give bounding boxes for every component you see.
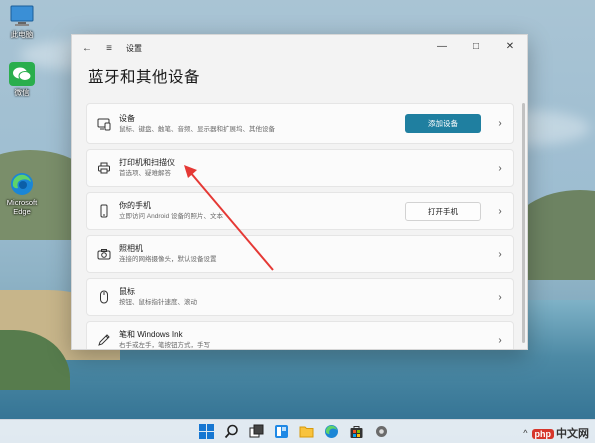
taskbar: ^ php 中文网 xyxy=(0,419,595,443)
desktop-icon-edge[interactable]: Microsoft Edge xyxy=(0,172,44,216)
desktop-icon-this-pc[interactable]: 此电脑 xyxy=(0,4,44,39)
row-subtitle: 首选项、疑难解答 xyxy=(119,170,171,177)
row-mouse[interactable]: 鼠标 按钮、鼠标指针速度、滚动 › xyxy=(86,278,514,316)
chevron-right-icon: › xyxy=(498,162,502,174)
phone-icon xyxy=(97,204,111,218)
task-view-icon[interactable] xyxy=(248,423,265,440)
desktop-icon-wechat[interactable]: 微信 xyxy=(0,62,44,97)
row-title: 笔和 Windows Ink xyxy=(119,330,183,339)
chevron-right-icon: › xyxy=(498,291,502,303)
row-subtitle: 右手或左手，笔按钮方式，手写 xyxy=(119,342,210,349)
widgets-icon[interactable] xyxy=(273,423,290,440)
row-title: 你的手机 xyxy=(119,201,151,210)
chevron-right-icon: › xyxy=(498,118,502,129)
mouse-icon xyxy=(97,290,111,304)
tray-caret-icon[interactable]: ^ xyxy=(523,428,527,438)
computer-icon xyxy=(9,4,35,28)
store-icon[interactable] xyxy=(348,423,365,440)
back-arrow-icon[interactable]: ← xyxy=(76,35,98,61)
settings-list: 设备 鼠标、键盘、触笔、音频、显示器和扩展坞、其他设备 添加设备 › 打印机和扫… xyxy=(86,103,514,349)
settings-icon[interactable] xyxy=(373,423,390,440)
file-explorer-icon[interactable] xyxy=(298,423,315,440)
desktop-icon-label: 微信 xyxy=(14,88,30,97)
chevron-right-icon: › xyxy=(498,248,502,260)
watermark-text: 中文网 xyxy=(556,428,589,440)
window-title: 设置 xyxy=(126,43,142,53)
chevron-right-icon: › xyxy=(498,334,502,346)
edge-icon[interactable] xyxy=(323,423,340,440)
search-icon[interactable] xyxy=(223,423,240,440)
title-bar: ← ≡ 设置 — □ ✕ xyxy=(72,35,527,61)
system-tray: ^ php 中文网 xyxy=(523,425,589,441)
desktop-icon-label: Microsoft Edge xyxy=(6,198,38,216)
scrollbar[interactable] xyxy=(522,103,525,343)
taskbar-apps xyxy=(198,423,390,440)
devices-icon xyxy=(97,117,111,131)
row-devices[interactable]: 设备 鼠标、键盘、触笔、音频、显示器和扩展坞、其他设备 添加设备 › xyxy=(86,103,514,144)
row-your-phone[interactable]: 你的手机 立即访问 Android 设备的照片、文本 打开手机 › xyxy=(86,192,514,230)
minimize-button[interactable]: — xyxy=(425,35,459,57)
row-camera[interactable]: 照相机 连接的网络摄像头，默认设备设置 › xyxy=(86,235,514,273)
row-title: 鼠标 xyxy=(119,287,135,296)
printer-icon xyxy=(97,161,111,175)
window-controls: — □ ✕ xyxy=(425,35,527,57)
row-title: 设备 xyxy=(119,113,135,123)
row-subtitle: 鼠标、键盘、触笔、音频、显示器和扩展坞、其他设备 xyxy=(119,125,275,133)
row-title: 打印机和扫描仪 xyxy=(119,158,175,167)
row-title: 照相机 xyxy=(119,244,143,253)
camera-icon xyxy=(97,247,111,261)
pen-icon xyxy=(97,333,111,347)
hamburger-icon[interactable]: ≡ xyxy=(98,35,120,61)
watermark: php 中文网 xyxy=(531,425,589,441)
row-subtitle: 按钮、鼠标指针速度、滚动 xyxy=(119,299,197,306)
watermark-badge: php xyxy=(531,429,554,439)
open-phone-button[interactable]: 打开手机 xyxy=(405,201,481,221)
settings-window: ← ≡ 设置 — □ ✕ 蓝牙和其他设备 设备 鼠标、键盘、触笔、音频、显示器和… xyxy=(71,34,528,350)
desktop-icon-label: 此电脑 xyxy=(10,30,34,39)
wechat-icon xyxy=(9,62,35,86)
row-pen-windows-ink[interactable]: 笔和 Windows Ink 右手或左手，笔按钮方式，手写 › xyxy=(86,321,514,349)
row-subtitle: 立即访问 Android 设备的照片、文本 xyxy=(119,213,224,220)
start-icon[interactable] xyxy=(198,423,215,440)
row-printers-scanners[interactable]: 打印机和扫描仪 首选项、疑难解答 › xyxy=(86,149,514,187)
add-device-button[interactable]: 添加设备 xyxy=(405,114,481,133)
chevron-right-icon: › xyxy=(498,205,502,217)
close-button[interactable]: ✕ xyxy=(493,35,527,57)
row-subtitle: 连接的网络摄像头，默认设备设置 xyxy=(119,256,217,263)
page-title: 蓝牙和其他设备 xyxy=(88,69,201,86)
edge-icon xyxy=(9,172,35,196)
maximize-button[interactable]: □ xyxy=(459,35,493,57)
